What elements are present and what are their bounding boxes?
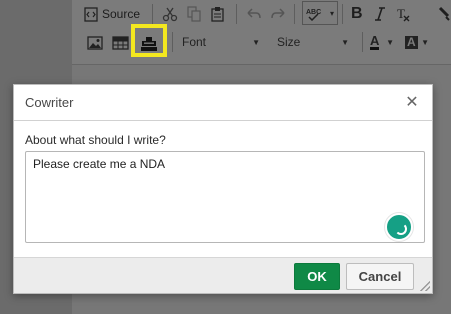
close-icon[interactable]: ✕	[402, 93, 422, 113]
source-icon	[84, 6, 98, 22]
bold-label: B	[351, 5, 363, 22]
dialog-title: Cowriter	[25, 95, 74, 110]
spellcheck-button[interactable]: ABC ▾	[302, 1, 339, 25]
bg-color-button[interactable]: A ▼	[401, 30, 433, 54]
bg-color-label: A	[405, 34, 418, 49]
prompt-label: About what should I write?	[25, 133, 166, 147]
chevron-down-icon: ▼	[252, 37, 260, 47]
text-color-label: A	[370, 32, 380, 50]
font-combo[interactable]: Font ▼	[176, 30, 266, 54]
chevron-down-icon: ▼	[386, 37, 394, 47]
size-combo[interactable]: Size ▼	[271, 30, 355, 54]
source-button[interactable]: Source	[84, 2, 140, 26]
source-label: Source	[102, 7, 141, 21]
chevron-down-icon: ▼	[421, 37, 429, 47]
highlight-marker	[131, 24, 167, 57]
brush-icon[interactable]	[438, 2, 450, 26]
undo-icon[interactable]	[246, 2, 262, 26]
table-icon[interactable]	[112, 31, 129, 55]
chevron-down-icon: ▼	[341, 37, 349, 47]
prompt-textarea[interactable]: Please create me a NDA	[25, 151, 425, 243]
svg-text:T: T	[397, 6, 405, 21]
bold-button[interactable]: B	[351, 2, 363, 26]
cancel-button[interactable]: Cancel	[346, 263, 414, 290]
dialog-footer: OK Cancel	[14, 257, 432, 293]
ok-button[interactable]: OK	[294, 263, 340, 290]
cut-icon[interactable]	[162, 2, 178, 26]
image-icon[interactable]	[87, 31, 103, 55]
dialog-header: Cowriter ✕	[14, 85, 432, 121]
dialog-body: About what should I write? Please create…	[25, 133, 425, 243]
italic-icon[interactable]	[374, 2, 386, 26]
size-combo-label: Size	[277, 35, 301, 49]
cowriter-dialog: Cowriter ✕ About what should I write? Pl…	[13, 84, 433, 294]
redo-icon[interactable]	[270, 2, 286, 26]
text-color-button[interactable]: A ▼	[366, 30, 398, 54]
grammar-assistant-icon[interactable]	[385, 213, 413, 241]
remove-format-icon[interactable]: T	[396, 2, 410, 26]
font-combo-label: Font	[182, 35, 207, 49]
resize-grip-icon[interactable]	[420, 281, 430, 291]
copy-icon[interactable]	[186, 2, 202, 26]
svg-text:ABC: ABC	[306, 9, 321, 16]
paste-icon[interactable]	[210, 2, 226, 26]
